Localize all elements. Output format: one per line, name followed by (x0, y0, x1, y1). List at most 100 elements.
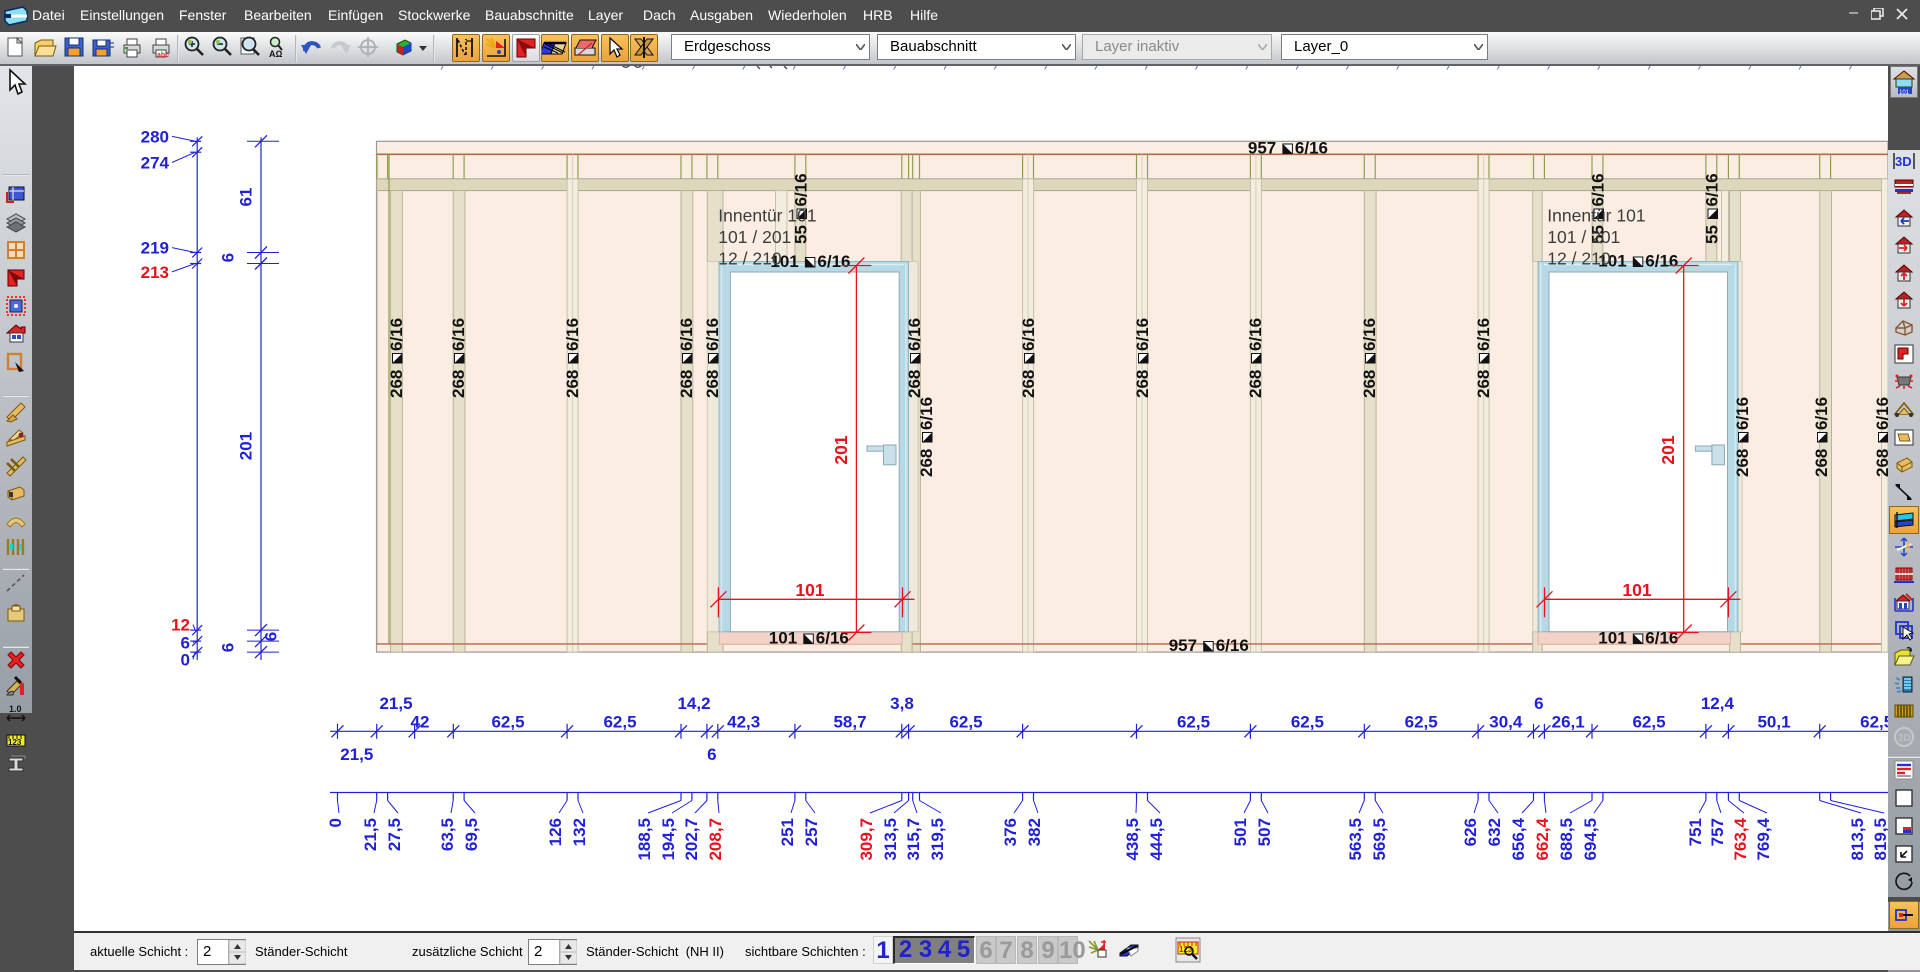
svg-text:268: 268 (917, 449, 936, 477)
svg-text:6/16: 6/16 (1589, 173, 1608, 206)
svg-text:101: 101 (1899, 90, 1910, 96)
svg-text:6: 6 (219, 253, 238, 262)
svg-text:12,4: 12,4 (1701, 694, 1735, 713)
svg-text:6: 6 (1534, 694, 1543, 713)
svg-text:12 / 210: 12 / 210 (718, 249, 782, 269)
svg-text:268: 268 (1812, 449, 1831, 477)
svg-text:208,7: 208,7 (706, 818, 725, 861)
svg-text:694,5: 694,5 (1581, 818, 1600, 861)
svg-text:662,4: 662,4 (1533, 817, 1552, 860)
svg-text:6/16: 6/16 (816, 629, 849, 648)
svg-text:6/16: 6/16 (817, 252, 850, 271)
svg-text:763,4: 763,4 (1731, 817, 1750, 860)
svg-text:62,5: 62,5 (603, 713, 636, 732)
svg-text:268: 268 (1873, 449, 1888, 477)
svg-text:257: 257 (802, 818, 821, 846)
svg-text:14,2: 14,2 (677, 694, 710, 713)
svg-text:21,5: 21,5 (361, 818, 380, 851)
svg-text:Innentür 101: Innentür 101 (1547, 206, 1645, 226)
svg-text:6/16: 6/16 (1295, 139, 1328, 158)
svg-text:55: 55 (792, 225, 811, 244)
svg-text:0: 0 (181, 651, 190, 670)
svg-text:382: 382 (1025, 818, 1044, 846)
svg-text:21,5: 21,5 (379, 694, 412, 713)
svg-text:656,4: 656,4 (1509, 817, 1528, 860)
svg-text:280: 280 (141, 127, 169, 146)
svg-text:6/16: 6/16 (1474, 318, 1493, 351)
svg-text:194,5: 194,5 (659, 818, 678, 861)
svg-text:268: 268 (677, 370, 696, 398)
svg-text:313,5: 313,5 (881, 818, 900, 861)
svg-text:50,1: 50,1 (1757, 713, 1790, 732)
svg-text:3D: 3D (1895, 154, 1912, 169)
svg-text:101: 101 (795, 580, 824, 600)
svg-text:268: 268 (1246, 370, 1265, 398)
svg-text:62,5: 62,5 (1291, 713, 1324, 732)
svg-text:126: 126 (546, 818, 565, 846)
svg-text:6/16: 6/16 (917, 397, 936, 430)
svg-text:63,5: 63,5 (438, 818, 457, 851)
svg-text:21,5: 21,5 (340, 745, 373, 764)
svg-text:376: 376 (1001, 818, 1020, 846)
svg-text:268: 268 (387, 370, 406, 398)
svg-text:abc: abc (157, 52, 169, 59)
svg-text:101 / 201: 101 / 201 (718, 227, 791, 247)
svg-text:268: 268 (703, 370, 722, 398)
svg-text:201: 201 (237, 432, 256, 460)
svg-text:268: 268 (1019, 370, 1038, 398)
svg-text:6/16: 6/16 (1216, 636, 1249, 655)
svg-text:61: 61 (237, 188, 256, 207)
svg-text:6: 6 (219, 643, 238, 652)
svg-text:688,5: 688,5 (1557, 818, 1576, 861)
svg-text:438,5: 438,5 (1123, 818, 1142, 861)
svg-text:268: 268 (1133, 370, 1152, 398)
svg-text:6: 6 (262, 632, 281, 641)
svg-text:251: 251 (778, 818, 797, 846)
svg-text:569,5: 569,5 (1370, 818, 1389, 861)
svg-text:12 / 210: 12 / 210 (1547, 249, 1611, 269)
svg-text:268: 268 (449, 370, 468, 398)
svg-text:62,5: 62,5 (491, 713, 524, 732)
svg-text:501: 501 (1231, 818, 1250, 846)
svg-text:268: 268 (563, 370, 582, 398)
svg-text:0: 0 (326, 818, 345, 827)
svg-text:6/16: 6/16 (1733, 397, 1752, 430)
svg-text:27,5: 27,5 (385, 818, 404, 851)
svg-text:6/16: 6/16 (905, 318, 924, 351)
svg-text:6/16: 6/16 (792, 173, 811, 206)
svg-text:6/16: 6/16 (1703, 173, 1722, 206)
svg-text:2D: 2D (1898, 733, 1911, 744)
svg-text:Innentür 101: Innentür 101 (718, 206, 816, 226)
svg-text:62,5: 62,5 (1632, 713, 1665, 732)
svg-text:626: 626 (1461, 818, 1480, 846)
svg-text:219: 219 (141, 239, 169, 258)
svg-text:12: 12 (171, 616, 190, 635)
svg-text:AΩ: AΩ (269, 49, 282, 59)
svg-text:6/16: 6/16 (1360, 318, 1379, 351)
svg-text:819,5: 819,5 (1871, 818, 1888, 861)
svg-text:6/16: 6/16 (677, 318, 696, 351)
svg-text:62,5: 62,5 (1860, 713, 1888, 732)
svg-text:957: 957 (1248, 139, 1276, 158)
svg-text:319,5: 319,5 (928, 818, 947, 861)
svg-text:507: 507 (1255, 818, 1274, 846)
svg-text:769,4: 769,4 (1754, 817, 1773, 860)
svg-text:563,5: 563,5 (1346, 818, 1365, 861)
svg-text:101 / 201: 101 / 201 (1547, 227, 1620, 247)
svg-text:26,1: 26,1 (1552, 713, 1585, 732)
svg-text:101: 101 (1622, 580, 1651, 600)
svg-text:123: 123 (8, 738, 22, 747)
svg-text:6/16: 6/16 (1812, 397, 1831, 430)
svg-text:42: 42 (411, 713, 430, 732)
svg-text:62,5: 62,5 (1177, 713, 1210, 732)
svg-text:3,8: 3,8 (890, 694, 914, 713)
svg-text:201: 201 (831, 435, 851, 464)
svg-text:309,7: 309,7 (857, 818, 876, 861)
svg-text:444,5: 444,5 (1147, 818, 1166, 861)
svg-text:6: 6 (707, 745, 716, 764)
svg-text:6/16: 6/16 (1246, 318, 1265, 351)
svg-text:62,5: 62,5 (949, 713, 982, 732)
svg-text:274: 274 (141, 154, 170, 173)
svg-text:62,5: 62,5 (1405, 713, 1438, 732)
svg-text:188,5: 188,5 (635, 818, 654, 861)
